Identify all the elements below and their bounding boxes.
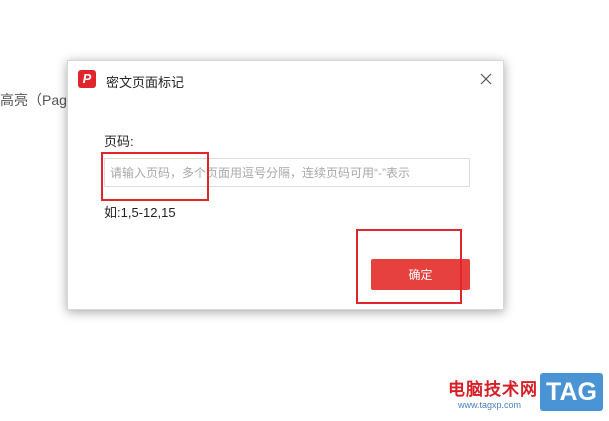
watermark-tag-logo: TAG xyxy=(540,373,603,411)
confirm-button[interactable]: 确定 xyxy=(371,259,470,290)
dialog-title: 密文页面标记 xyxy=(106,75,185,90)
pdf-app-icon: P xyxy=(78,70,96,88)
close-icon[interactable] xyxy=(479,72,493,86)
mark-pages-dialog: P 密文页面标记 页码: 如:1,5-12,15 确定 xyxy=(67,60,504,310)
background-page-text: 高亮（Pag xyxy=(0,92,67,108)
page-number-input[interactable] xyxy=(104,158,470,187)
dialog-titlebar: P 密文页面标记 xyxy=(68,61,503,99)
screen: 高亮（Pag P 密文页面标记 页码: 如:1,5-12,15 确定 电脑技术网… xyxy=(0,0,609,421)
site-watermark: 电脑技术网 www.tagxp.com TAG xyxy=(440,370,609,421)
watermark-brand: 电脑技术网 xyxy=(448,380,538,399)
watermark-url: www.tagxp.com xyxy=(458,400,522,410)
page-number-label: 页码: xyxy=(104,134,134,149)
page-format-example: 如:1,5-12,15 xyxy=(104,205,176,220)
